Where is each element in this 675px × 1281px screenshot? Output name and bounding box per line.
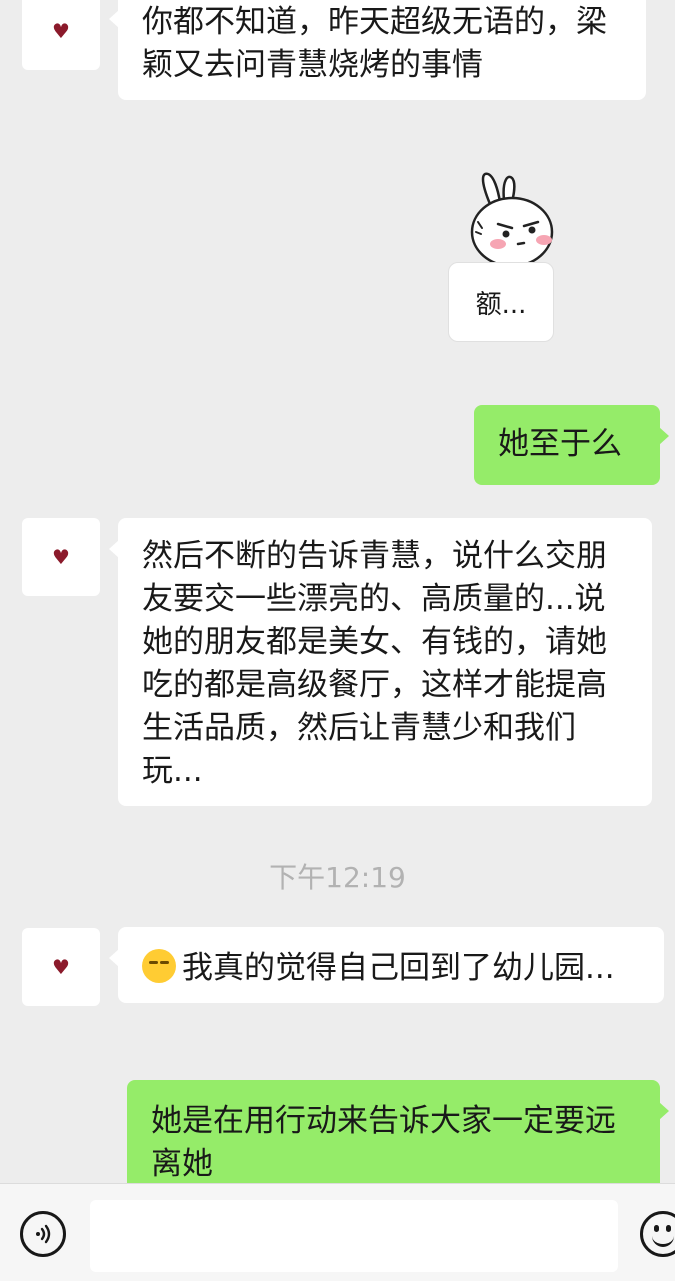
message-text: 然后不断的告诉青慧，说什么交朋友要交一些漂亮的、高质量的...说她的朋友都是美女…: [142, 538, 607, 789]
unamused-face-icon: [142, 949, 176, 983]
contact-avatar[interactable]: ♥: [22, 518, 100, 596]
smiley-mouth: [652, 1234, 674, 1247]
message-bubble-received[interactable]: 我真的觉得自己回到了幼儿园...: [109, 927, 664, 1003]
message-timestamp: 下午12:19: [269, 861, 406, 894]
heart-icon: ♥: [52, 955, 70, 979]
message-bubble-received[interactable]: 你都不知道，昨天超级无语的，梁颖又去问青慧烧烤的事情: [109, 0, 646, 100]
message-text: 她是在用行动来告诉大家一定要远离她: [151, 1103, 616, 1182]
bunny-sticker[interactable]: [468, 170, 558, 270]
message-text: 你都不知道，昨天超级无语的，梁颖又去问青慧烧烤的事情: [142, 4, 607, 83]
contact-avatar[interactable]: ♥: [22, 928, 100, 1006]
message-bubble-sent[interactable]: 她至于么: [474, 405, 669, 485]
smiley-icon[interactable]: [640, 1211, 675, 1257]
voice-button[interactable]: [20, 1211, 66, 1257]
voice-icon: [36, 1224, 51, 1244]
contact-avatar[interactable]: ♥: [22, 0, 100, 70]
heart-icon: ♥: [52, 19, 70, 43]
message-input[interactable]: [90, 1200, 618, 1272]
message-bubble-received[interactable]: 然后不断的告诉青慧，说什么交朋友要交一些漂亮的、高质量的...说她的朋友都是美女…: [109, 518, 652, 806]
sticker-caption: 额...: [448, 262, 554, 342]
heart-icon: ♥: [52, 545, 70, 569]
message-text: 她至于么: [498, 426, 622, 462]
input-bar: [0, 1183, 675, 1281]
sticker-caption-text: 额...: [475, 289, 527, 320]
message-text: 我真的觉得自己回到了幼儿园...: [182, 950, 615, 986]
